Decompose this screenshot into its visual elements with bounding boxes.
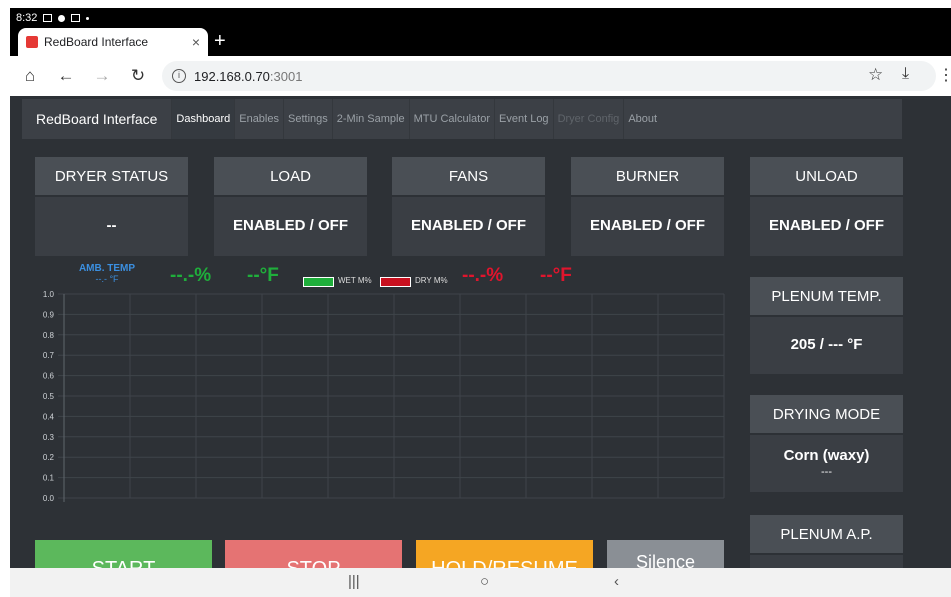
home-icon[interactable]: ⌂ <box>12 66 48 86</box>
nav-item-about[interactable]: About <box>623 99 661 139</box>
android-nav-bar: ||| ○ ‹ <box>10 568 951 597</box>
more-notifications-icon <box>86 16 90 20</box>
ambient-temp-value: --.- °F <box>95 274 119 284</box>
dry-legend-label: DRY M% <box>415 276 448 285</box>
dry-moisture-readout: --.-% <box>462 265 504 286</box>
hold-resume-button[interactable]: HOLD/RESUME <box>416 540 593 568</box>
drying-mode-value: Corn (waxy) <box>783 447 870 464</box>
plenum-ap-title: PLENUM A.P. <box>750 515 903 555</box>
dry-legend-swatch <box>380 277 411 287</box>
home-circle-icon[interactable]: ○ <box>480 573 489 590</box>
forward-arrow-icon[interactable]: → <box>84 66 120 86</box>
tab-title: RedBoard Interface <box>44 35 149 49</box>
status-time: 8:32 <box>16 12 38 24</box>
gallery-notification-icon <box>43 14 53 22</box>
burner-card: BURNER ENABLED / OFF <box>571 157 724 256</box>
plenum-temp-value: 205 / --- °F <box>790 336 863 353</box>
url-host: 192.168.0.70 <box>194 68 270 84</box>
download-icon[interactable]: ⤓ <box>902 65 909 83</box>
drying-mode-title: DRYING MODE <box>750 395 903 435</box>
start-button[interactable]: START <box>35 540 212 568</box>
burner-value: ENABLED / OFF <box>590 217 705 234</box>
tab-close-icon[interactable]: × <box>192 34 200 50</box>
wet-legend-label: WET M% <box>338 276 372 285</box>
load-value: ENABLED / OFF <box>233 217 348 234</box>
chart-ytick-label: 0.0 <box>43 494 55 503</box>
ambient-temp-label: AMB. TEMP <box>78 263 136 274</box>
nav-item-event-log[interactable]: Event Log <box>494 99 553 139</box>
chart-ytick-label: 0.3 <box>43 433 55 442</box>
silence-button[interactable]: Silence <box>607 540 724 568</box>
info-icon[interactable]: i <box>172 69 186 83</box>
nav-item-dashboard[interactable]: Dashboard <box>171 99 235 139</box>
more-vert-icon[interactable]: ⋮ <box>938 65 951 85</box>
chart-ytick-label: 0.2 <box>43 453 55 462</box>
redboard-page: RedBoard Interface Dashboard Enables Set… <box>10 96 951 568</box>
notification-dot-icon <box>58 14 66 22</box>
browser-tab-strip: RedBoard Interface × + <box>10 28 951 56</box>
android-status-bar: 8:32 <box>10 8 951 28</box>
plenum-temp-title: PLENUM TEMP. <box>750 277 903 317</box>
chart-ytick-label: 0.5 <box>43 392 55 401</box>
dryer-status-value: -- <box>106 217 117 234</box>
screen-notification-icon <box>71 14 81 22</box>
wet-moisture-readout: --.-% <box>170 265 212 286</box>
recent-apps-icon[interactable]: ||| <box>348 573 360 590</box>
load-title: LOAD <box>214 157 367 197</box>
drying-mode-body: Corn (waxy) --- <box>750 435 903 490</box>
url-port: :3001 <box>269 68 303 84</box>
nav-item-2-min-sample[interactable]: 2-Min Sample <box>331 99 409 139</box>
reload-icon[interactable]: ↻ <box>120 66 156 86</box>
address-bar[interactable]: i 192.168.0.70:3001 <box>162 61 936 91</box>
nav-item-settings[interactable]: Settings <box>283 99 332 139</box>
star-icon[interactable]: ☆ <box>868 65 883 85</box>
wet-legend-swatch <box>303 277 334 287</box>
dry-temp-readout: --°F <box>540 265 572 286</box>
unload-title: UNLOAD <box>750 157 903 197</box>
chart-ytick-label: 0.9 <box>43 310 55 319</box>
drying-mode-card: DRYING MODE Corn (waxy) --- <box>750 395 903 492</box>
top-navbar: RedBoard Interface Dashboard Enables Set… <box>22 99 902 139</box>
chart-ytick-label: 1.0 <box>43 290 55 299</box>
nav-item-dryer-config: Dryer Config <box>552 99 624 139</box>
plenum-ap-card: PLENUM A.P. <box>750 515 903 568</box>
fans-card: FANS ENABLED / OFF <box>392 157 545 256</box>
back-chevron-icon[interactable]: ‹ <box>614 573 619 590</box>
dryer-status-card: DRYER STATUS -- <box>35 157 188 256</box>
wet-temp-readout: --°F <box>247 265 279 286</box>
nav-item-enables[interactable]: Enables <box>234 99 283 139</box>
navbar-brand[interactable]: RedBoard Interface <box>22 111 171 127</box>
browser-toolbar: ⌂ ← → i 192.168.0.70:3001 ↻ ☆ ⤓ ⋮ <box>10 56 951 96</box>
ambient-temp-readout: AMB. TEMP --.- °F <box>74 263 140 285</box>
nav-item-mtu-calculator[interactable]: MTU Calculator <box>408 99 494 139</box>
drying-mode-sub: --- <box>821 466 832 478</box>
unload-value: ENABLED / OFF <box>769 217 884 234</box>
fans-title: FANS <box>392 157 545 197</box>
load-card: LOAD ENABLED / OFF <box>214 157 367 256</box>
chart-ytick-label: 0.7 <box>43 351 55 360</box>
chart-ytick-label: 0.8 <box>43 331 55 340</box>
redboard-favicon-icon <box>26 36 38 48</box>
burner-title: BURNER <box>571 157 724 197</box>
moisture-chart: 1.0 0.9 0.8 0.7 0.6 0.5 0.4 0.3 0.2 0.1 0.0 <box>43 290 725 503</box>
new-tab-button[interactable]: + <box>214 30 226 53</box>
chart-ytick-label: 0.6 <box>43 372 55 381</box>
stop-button[interactable]: STOP <box>225 540 402 568</box>
back-arrow-icon[interactable]: ← <box>48 66 84 86</box>
chart-ytick-label: 0.4 <box>43 412 55 421</box>
url-text[interactable]: 192.168.0.70:3001 <box>194 69 302 84</box>
chart-ytick-label: 0.1 <box>43 474 55 483</box>
dryer-status-title: DRYER STATUS <box>35 157 188 197</box>
unload-card: UNLOAD ENABLED / OFF <box>750 157 903 256</box>
fans-value: ENABLED / OFF <box>411 217 526 234</box>
browser-tab[interactable]: RedBoard Interface × <box>18 28 208 56</box>
screen: 8:32 RedBoard Interface × + ⌂ ← → i 192.… <box>0 0 951 597</box>
plenum-temp-card: PLENUM TEMP. 205 / --- °F <box>750 277 903 374</box>
